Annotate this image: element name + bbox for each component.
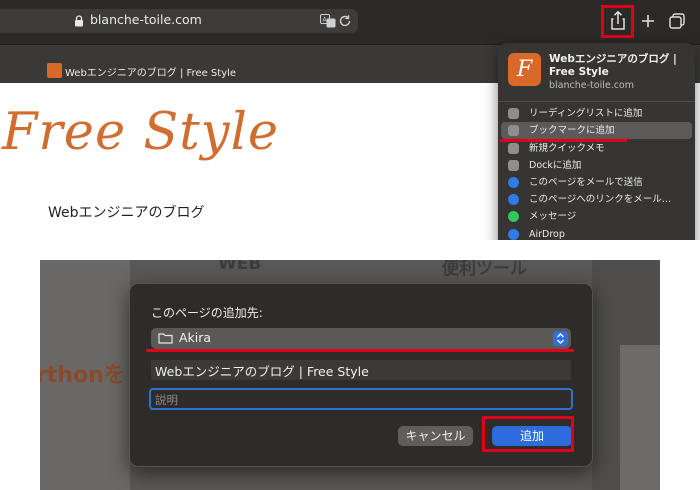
menu-item-quick-note[interactable]: 新規クイックメモ: [501, 140, 692, 157]
menu-item-messages[interactable]: メッセージ: [501, 208, 692, 225]
airdrop-icon: [508, 229, 519, 240]
menu-item-email-link[interactable]: このページへのリンクをメール…: [501, 191, 692, 208]
safari-window-top: blanche-toile.com A Webエンジニアのブログ | Free: [0, 0, 700, 240]
mail-link-icon: [508, 194, 519, 205]
background-nav-web: WEB: [218, 260, 262, 274]
favicon: [47, 63, 62, 78]
menu-item-email-page[interactable]: このページをメールで送信: [501, 174, 692, 191]
dock-icon: [508, 160, 519, 171]
description-field[interactable]: 説明: [149, 388, 573, 410]
bookmark-underline-highlight: [500, 139, 627, 142]
translate-icon[interactable]: A: [320, 14, 336, 28]
tab-overview-icon[interactable]: [666, 9, 688, 33]
address-bar[interactable]: blanche-toile.com A: [0, 9, 358, 33]
messages-icon: [508, 211, 519, 222]
folder-icon: [158, 333, 173, 344]
background-card: [620, 345, 660, 490]
site-logo[interactable]: Free Style: [2, 103, 279, 162]
destination-label: このページの追加先:: [151, 306, 263, 320]
share-button-highlight: [601, 5, 634, 38]
description-placeholder: 説明: [155, 393, 178, 407]
menu-divider: [498, 101, 695, 102]
background-nav-tools: 便利ツール: [442, 260, 527, 279]
cancel-button[interactable]: キャンセル: [398, 426, 473, 446]
new-tab-icon[interactable]: [637, 9, 659, 33]
bookmark-name-field[interactable]: Webエンジニアのブログ | Free Style: [151, 360, 571, 380]
browser-toolbar: blanche-toile.com A: [0, 0, 700, 44]
folder-name: Akira: [179, 330, 212, 345]
add-button-highlight: [482, 416, 574, 452]
book-icon: [508, 125, 519, 136]
site-tagline: Webエンジニアのブログ: [48, 205, 205, 221]
share-page-url: blanche-toile.com: [549, 80, 634, 91]
bookmark-dialog-screenshot: WEB 便利ツール rthonを このページの追加先: Akira Webエンジ…: [40, 260, 660, 490]
reading-list-icon: [508, 108, 519, 119]
lock-icon: [75, 15, 83, 27]
background-heading: rthonを: [40, 363, 126, 388]
menu-item-airdrop[interactable]: AirDrop: [501, 226, 692, 240]
menu-item-add-to-dock[interactable]: Dockに追加: [501, 157, 692, 174]
folder-underline-highlight: [146, 349, 574, 352]
bookmark-name-value: Webエンジニアのブログ | Free Style: [155, 364, 369, 379]
menu-item-add-bookmark[interactable]: ブックマークに追加: [501, 122, 692, 139]
share-page-title: Webエンジニアのブログ | Free Style: [549, 53, 677, 78]
site-icon: F: [508, 53, 541, 86]
reload-icon[interactable]: [338, 14, 352, 28]
chevron-updown-icon: [553, 331, 568, 346]
folder-select[interactable]: Akira: [151, 328, 571, 349]
menu-item-reading-list[interactable]: リーディングリストに追加: [501, 105, 692, 122]
url-text: blanche-toile.com: [90, 12, 202, 27]
tab-title[interactable]: Webエンジニアのブログ | Free Style: [65, 64, 236, 79]
mail-icon: [508, 177, 519, 188]
quick-note-icon: [508, 143, 519, 154]
